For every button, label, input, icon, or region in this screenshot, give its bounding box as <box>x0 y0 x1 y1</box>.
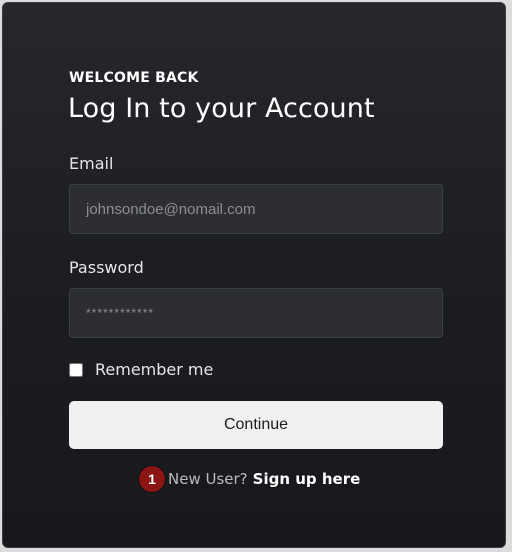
sign-up-link[interactable]: Sign up here <box>253 470 361 488</box>
remember-me-row: Remember me <box>69 361 213 379</box>
welcome-eyebrow: WELCOME BACK <box>69 70 199 86</box>
password-label: Password <box>69 258 144 277</box>
new-user-text: New User? <box>168 470 248 488</box>
email-label: Email <box>69 154 114 173</box>
step-badge: 1 <box>139 466 165 492</box>
continue-button[interactable]: Continue <box>69 401 443 449</box>
email-field[interactable] <box>69 184 443 234</box>
login-card: WELCOME BACK Log In to your Account Emai… <box>2 2 506 548</box>
signup-row: 1 New User? Sign up here <box>139 464 360 494</box>
remember-me-checkbox[interactable] <box>69 363 83 377</box>
page-title: Log In to your Account <box>68 93 375 124</box>
remember-me-label: Remember me <box>95 360 214 379</box>
password-field[interactable] <box>69 288 443 338</box>
